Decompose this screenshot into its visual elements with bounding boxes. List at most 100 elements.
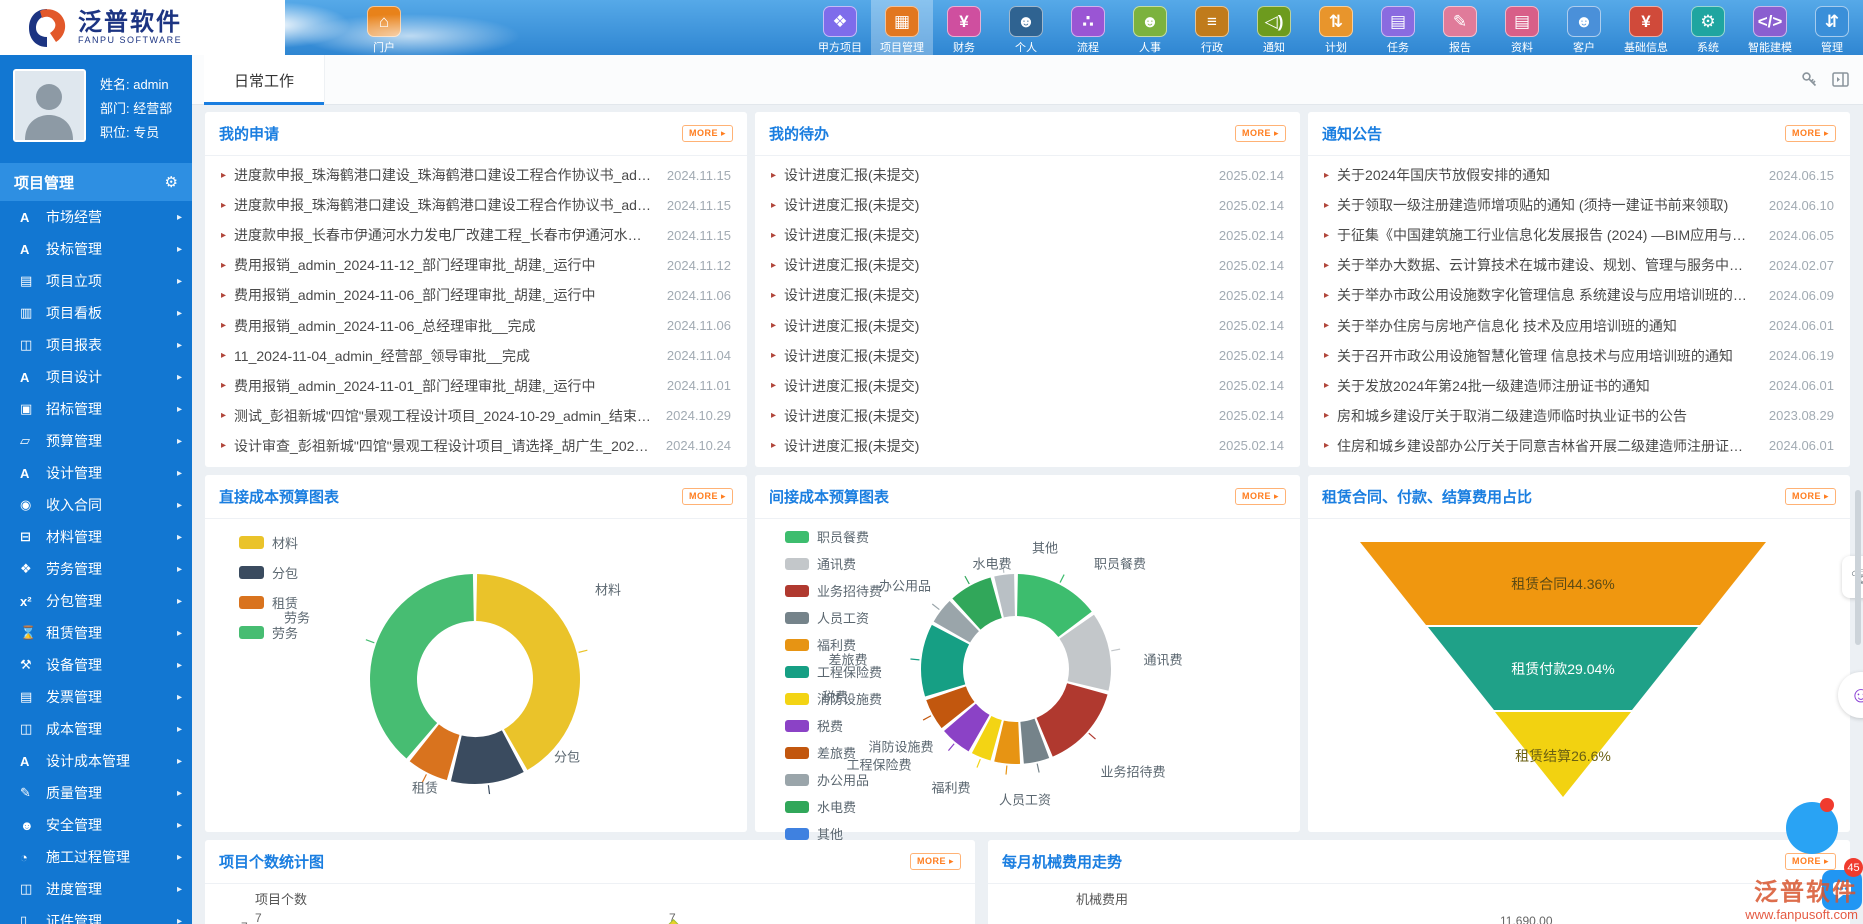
list-item[interactable]: 于征集《中国建筑施工行业信息化发展报告 (2024) —BIM应用与发展》材料.… <box>1308 220 1850 250</box>
more-button[interactable]: MORE ▸ <box>1235 488 1286 505</box>
top-nav-item[interactable]: ∴ 流程 <box>1057 0 1119 55</box>
top-nav-item[interactable]: ☻ 客户 <box>1553 0 1615 55</box>
top-nav-item[interactable]: ▤ 资料 <box>1491 0 1553 55</box>
top-nav-item[interactable]: ◁) 通知 <box>1243 0 1305 55</box>
top-nav-item[interactable]: ▤ 任务 <box>1367 0 1429 55</box>
list-item[interactable]: 费用报销_admin_2024-11-06_部门经理审批_胡建,_运行中 202… <box>205 280 747 310</box>
top-nav-item[interactable]: ☻ 人事 <box>1119 0 1181 55</box>
user-avatar[interactable] <box>13 69 86 142</box>
list-item[interactable]: 设计进度汇报(未提交) 2025.02.14 <box>755 160 1300 190</box>
sidebar-menu-item[interactable]: ▯ 证件管理 <box>0 905 192 924</box>
list-item[interactable]: 进度款申报_珠海鹤港口建设_珠海鹤港口建设工程合作协议书_admin_... 2… <box>205 160 747 190</box>
list-item[interactable]: 设计进度汇报(未提交) 2025.02.14 <box>755 250 1300 280</box>
sidebar-menu-item[interactable]: ◫ 成本管理 <box>0 713 192 745</box>
top-nav-item[interactable]: ≡ 行政 <box>1181 0 1243 55</box>
sidebar-menu-item[interactable]: x² 分包管理 <box>0 585 192 617</box>
vertical-scrollbar[interactable] <box>1855 490 1861 645</box>
list-item[interactable]: 关于举办住房与房地产信息化 技术及应用培训班的通知 2024.06.01 <box>1308 311 1850 341</box>
sidebar-menu-item[interactable]: ◔ 施工过程管理 <box>0 841 192 873</box>
sidebar-menu-item[interactable]: ❖ 劳务管理 <box>0 553 192 585</box>
legend-item[interactable]: 通讯费 <box>785 554 882 573</box>
list-item[interactable]: 关于举办大数据、云计算技术在城市建设、规划、管理与服务中的应用培训班... 20… <box>1308 250 1850 280</box>
list-item[interactable]: 关于领取一级注册建造师增项贴的通知 (须持一建证书前来领取) 2024.06.1… <box>1308 190 1850 220</box>
list-item[interactable]: 设计进度汇报(未提交) 2025.02.14 <box>755 431 1300 461</box>
list-item[interactable]: 设计审查_彭祖新城"四馆"景观工程设计项目_请选择_胡广生_2024-10-2.… <box>205 431 747 461</box>
top-nav-item[interactable]: ⇅ 计划 <box>1305 0 1367 55</box>
list-item[interactable]: 设计进度汇报(未提交) 2025.02.14 <box>755 371 1300 401</box>
legend-item[interactable]: 水电费 <box>785 797 882 816</box>
legend-item[interactable]: 税费 <box>785 716 882 735</box>
list-item[interactable]: 进度款申报_珠海鹤港口建设_珠海鹤港口建设工程合作协议书_admin_... 2… <box>205 190 747 220</box>
sidebar-menu-item[interactable]: ⚒ 设备管理 <box>0 649 192 681</box>
legend-item[interactable]: 职员餐费 <box>785 527 882 546</box>
legend-item[interactable]: 材料 <box>239 533 298 552</box>
tab-daily-work[interactable]: 日常工作 <box>204 55 325 105</box>
sidebar-menu-item[interactable]: A 设计成本管理 <box>0 745 192 777</box>
list-item[interactable]: 设计进度汇报(未提交) 2025.02.14 <box>755 401 1300 431</box>
top-nav-item[interactable]: ❖ 甲方项目 <box>809 0 871 55</box>
slice-label: 通讯费 <box>1143 650 1182 669</box>
more-button[interactable]: MORE ▸ <box>1235 125 1286 142</box>
gear-icon[interactable]: ⚙ <box>165 173 178 191</box>
legend-item[interactable]: 人员工资 <box>785 608 882 627</box>
list-item[interactable]: 关于2024年国庆节放假安排的通知 2024.06.15 <box>1308 160 1850 190</box>
list-item[interactable]: 测试_彭祖新城"四馆"景观工程设计项目_2024-10-29_admin_结束_… <box>205 401 747 431</box>
top-nav-item[interactable]: ☻ 个人 <box>995 0 1057 55</box>
top-nav-item[interactable]: ✎ 报告 <box>1429 0 1491 55</box>
menu-item-icon: ⚒ <box>20 657 46 673</box>
sidebar-menu-item[interactable]: ◫ 项目报表 <box>0 329 192 361</box>
sidebar-menu-item[interactable]: ▤ 发票管理 <box>0 681 192 713</box>
sidebar-menu-item[interactable]: ◫ 进度管理 <box>0 873 192 905</box>
top-nav-item[interactable]: ▦ 项目管理 <box>871 0 933 55</box>
more-button[interactable]: MORE ▸ <box>1785 125 1836 142</box>
more-button[interactable]: MORE ▸ <box>682 488 733 505</box>
list-item[interactable]: 设计进度汇报(未提交) 2025.02.14 <box>755 341 1300 371</box>
sidebar-menu-item[interactable]: A 投标管理 <box>0 233 192 265</box>
list-item[interactable]: 关于举办市政公用设施数字化管理信息 系统建设与应用培训班的通知 2024.06.… <box>1308 280 1850 310</box>
notification-dot <box>1820 798 1834 812</box>
list-item[interactable]: 费用报销_admin_2024-11-06_总经理审批__完成 2024.11.… <box>205 311 747 341</box>
list-item[interactable]: 设计进度汇报(未提交) 2025.02.14 <box>755 311 1300 341</box>
list-item[interactable]: 进度款申报_长春市伊通河水力发电厂改建工程_长春市伊通河水力发电... 2024… <box>205 220 747 250</box>
list-item[interactable]: 房和城乡建设厅关于取消二级建造师临时执业证书的公告 2023.08.29 <box>1308 401 1850 431</box>
top-nav-item[interactable]: ⚙ 系统 <box>1677 0 1739 55</box>
sidebar-menu-item[interactable]: ▤ 项目立项 <box>0 265 192 297</box>
sidebar-menu-item[interactable]: ▥ 项目看板 <box>0 297 192 329</box>
more-button[interactable]: MORE ▸ <box>1785 488 1836 505</box>
top-nav-item[interactable]: ¥ 财务 <box>933 0 995 55</box>
list-item[interactable]: 设计进度汇报(未提交) 2025.02.14 <box>755 190 1300 220</box>
collapse-panel-icon[interactable] <box>1832 71 1849 88</box>
list-item[interactable]: 设计进度汇报(未提交) 2025.02.14 <box>755 220 1300 250</box>
rental-funnel-chart[interactable]: 租赁合同44.36% 租赁付款29.04% 租赁结算26.6% <box>1308 519 1850 832</box>
list-item[interactable]: 关于召开市政公用设施智慧化管理 信息技术与应用培训班的通知 2024.06.19 <box>1308 341 1850 371</box>
menu-item-icon: A <box>20 466 46 481</box>
top-nav-item[interactable]: ⇵ 管理 <box>1801 0 1863 55</box>
list-item[interactable]: 住房和城乡建设部办公厅关于同意吉林省开展二级建造师注册证书电子化试点... 20… <box>1308 431 1850 461</box>
more-button[interactable]: MORE ▸ <box>682 125 733 142</box>
list-item[interactable]: 费用报销_admin_2024-11-01_部门经理审批_胡建,_运行中 202… <box>205 371 747 401</box>
legend-item[interactable]: 分包 <box>239 563 298 582</box>
sidebar-menu-item[interactable]: ✎ 质量管理 <box>0 777 192 809</box>
list-item[interactable]: 11_2024-11-04_admin_经营部_领导审批__完成 2024.11… <box>205 341 747 371</box>
more-button[interactable]: MORE ▸ <box>910 853 961 870</box>
sidebar-menu-item[interactable]: ⊟ 材料管理 <box>0 521 192 553</box>
list-item[interactable]: 设计进度汇报(未提交) 2025.02.14 <box>755 280 1300 310</box>
menu-item-icon: ▤ <box>20 273 46 289</box>
more-button[interactable]: MORE ▸ <box>1785 853 1836 870</box>
top-nav-item[interactable]: </> 智能建模 <box>1739 0 1801 55</box>
machine-cost-chart[interactable]: 机械费用 12,000 11,690.00 <box>988 884 1850 924</box>
sidebar-menu-item[interactable]: A 项目设计 <box>0 361 192 393</box>
project-count-chart[interactable]: 项目个数 7 7 7 <box>205 884 975 924</box>
sidebar-menu-item[interactable]: A 市场经营 <box>0 201 192 233</box>
sidebar-menu-item[interactable]: A 设计管理 <box>0 457 192 489</box>
sidebar-menu-item[interactable]: ⌛ 租赁管理 <box>0 617 192 649</box>
key-icon[interactable] <box>1801 71 1818 88</box>
legend-item[interactable]: 业务招待费 <box>785 581 882 600</box>
list-item[interactable]: 费用报销_admin_2024-11-12_部门经理审批_胡建,_运行中 202… <box>205 250 747 280</box>
sidebar-menu-item[interactable]: ☻ 安全管理 <box>0 809 192 841</box>
sidebar-menu-item[interactable]: ◉ 收入合同 <box>0 489 192 521</box>
sidebar-menu-item[interactable]: ▱ 预算管理 <box>0 425 192 457</box>
top-nav-item[interactable]: ¥ 基础信息 <box>1615 0 1677 55</box>
list-item[interactable]: 关于发放2024年第24批一级建造师注册证书的通知 2024.06.01 <box>1308 371 1850 401</box>
sidebar-menu-item[interactable]: ▣ 招标管理 <box>0 393 192 425</box>
